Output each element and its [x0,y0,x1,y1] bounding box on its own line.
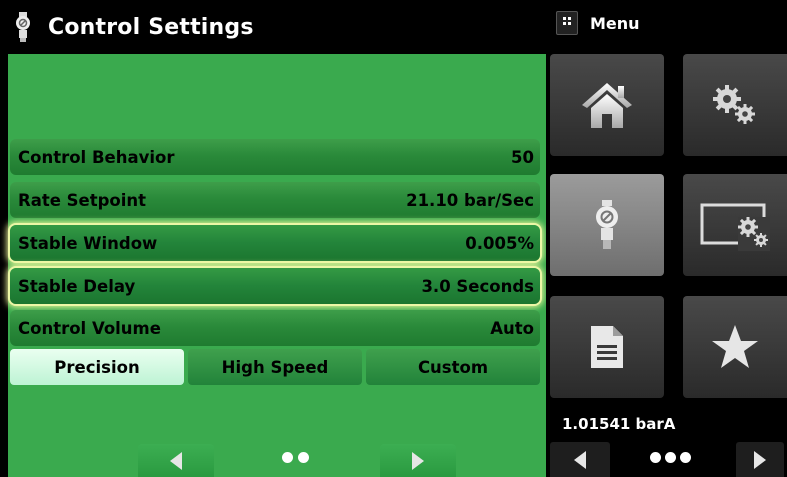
menu-prev-button[interactable] [550,442,610,477]
page-dot [680,452,691,463]
document-icon [591,326,623,368]
page-title: Control Settings [48,14,254,40]
setting-row-stable-delay[interactable]: Stable Delay 3.0 Seconds [10,268,540,304]
setting-row-control-volume[interactable]: Control Volume Auto [10,310,540,346]
setting-row-rate-setpoint[interactable]: Rate Setpoint 21.10 bar/Sec [10,182,540,218]
setting-label: Stable Delay [18,276,136,296]
setting-label: Control Behavior [18,147,175,167]
home-tile[interactable] [550,54,664,156]
regulator-icon [596,200,618,249]
settings-tile[interactable] [683,54,787,156]
mode-high-speed-button[interactable]: High Speed [188,349,362,385]
arrow-left-icon [170,451,182,470]
arrow-right-icon [412,451,424,470]
setting-row-control-behavior[interactable]: Control Behavior 50 [10,139,540,175]
page-dot [665,452,676,463]
menu-next-button[interactable] [736,442,784,477]
mode-custom-button[interactable]: Custom [366,349,540,385]
arrow-left-icon [574,450,586,469]
prev-page-button[interactable] [138,444,214,477]
title-bar: Control Settings [0,0,546,54]
display-settings-icon [700,203,770,251]
setting-label: Rate Setpoint [18,190,147,210]
settings-area [8,54,546,477]
favorites-tile[interactable] [683,296,787,398]
setting-value: 50 [511,147,534,167]
page-indicator [282,452,309,463]
setting-value: Auto [490,318,534,338]
menu-button[interactable]: Menu [546,0,787,46]
pressure-readout: 1.01541 barA [562,415,676,433]
arrow-right-icon [754,450,766,469]
home-icon [582,83,632,128]
next-page-button[interactable] [380,444,456,477]
setting-label: Control Volume [18,318,161,338]
setting-label: Stable Window [18,233,158,253]
settings-gears-icon [713,85,755,124]
setting-value: 3.0 Seconds [421,276,534,296]
page-dot [650,452,661,463]
menu-label: Menu [590,13,640,33]
regulator-icon [16,12,30,42]
setting-row-stable-window[interactable]: Stable Window 0.005% [10,225,540,261]
page-dot [298,452,309,463]
menu-page-indicator [650,452,691,463]
setting-value: 21.10 bar/Sec [406,190,534,210]
page-dot [282,452,293,463]
mode-precision-button[interactable]: Precision [10,349,184,385]
grid-menu-icon [556,11,578,35]
control-tile[interactable] [550,174,664,276]
control-settings-panel: Control Settings Control Behavior 50 Rat… [0,0,546,477]
setting-value: 0.005% [465,233,534,253]
document-tile[interactable] [550,296,664,398]
favorites-star-icon [712,325,758,368]
menu-panel: Menu 1.01541 barA [546,0,787,477]
display-settings-tile[interactable] [683,174,787,276]
